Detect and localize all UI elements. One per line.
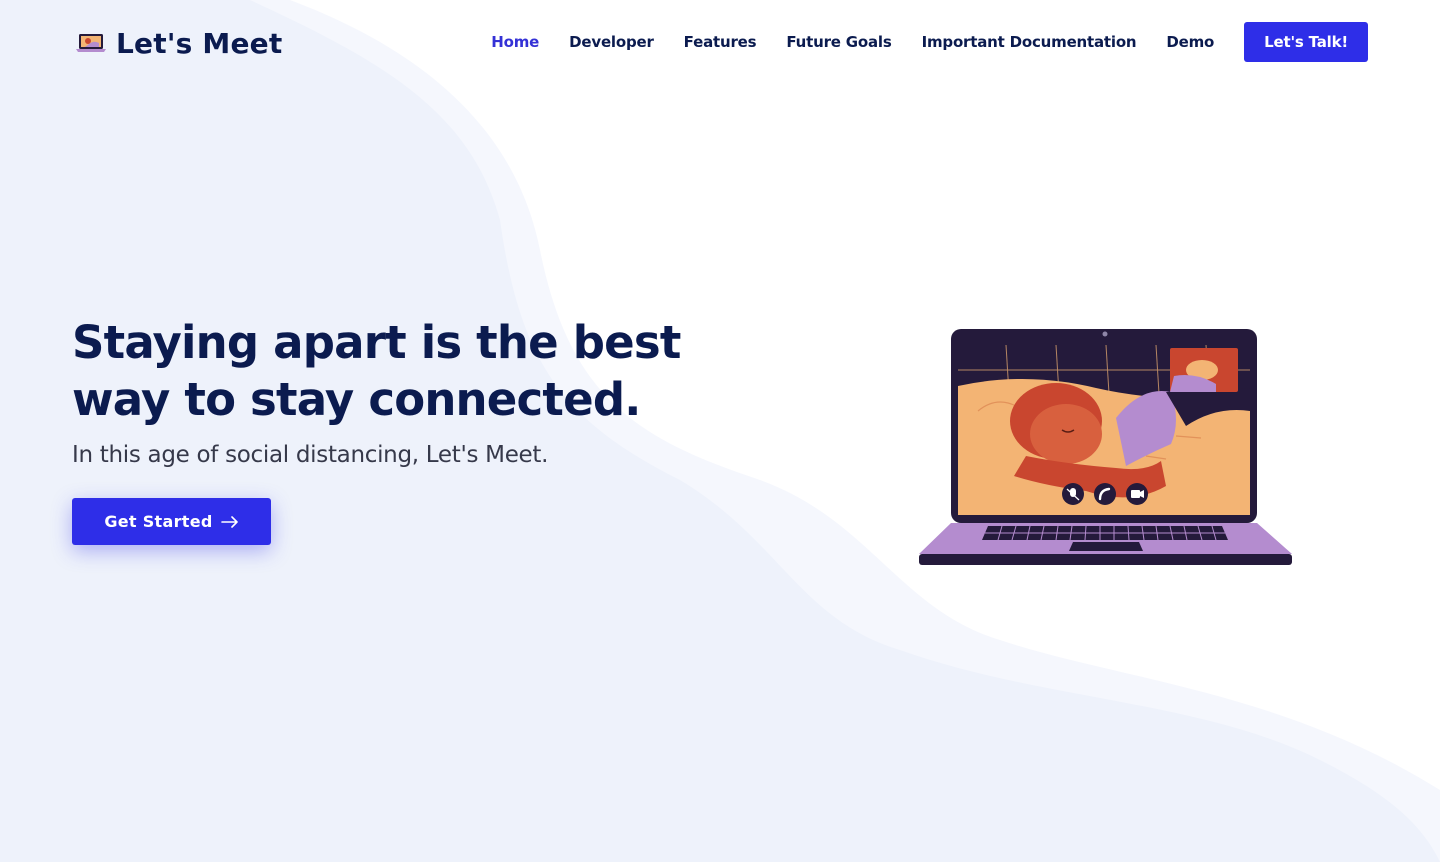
get-started-button[interactable]: Get Started: [72, 498, 271, 545]
nav-link-home[interactable]: Home: [491, 33, 539, 51]
hero-title: Staying apart is the best way to stay co…: [72, 314, 692, 428]
hero-subtitle: In this age of social distancing, Let's …: [72, 442, 549, 468]
laptop-video-call-illustration: [919, 329, 1292, 565]
brand-name: Let's Meet: [116, 26, 283, 60]
laptop-video-call-icon: [76, 34, 106, 52]
nav-link-demo[interactable]: Demo: [1166, 33, 1214, 51]
hero-section: Staying apart is the best way to stay co…: [72, 314, 692, 545]
phone-icon: [1094, 483, 1116, 505]
mic-off-icon: [1062, 483, 1084, 505]
get-started-label: Get Started: [104, 512, 213, 531]
hero-title-line-1: Staying apart is the best: [72, 316, 681, 369]
brand-logo-link[interactable]: Let's Meet: [76, 24, 282, 62]
video-camera-icon: [1126, 483, 1148, 505]
arrow-right-icon: [220, 515, 238, 528]
nav-link-features[interactable]: Features: [684, 33, 757, 51]
main-nav: Home Developer Features Future Goals Imp…: [491, 22, 1368, 62]
nav-link-future-goals[interactable]: Future Goals: [786, 33, 891, 51]
nav-link-important-documentation[interactable]: Important Documentation: [922, 33, 1137, 51]
nav-link-developer[interactable]: Developer: [569, 33, 654, 51]
hero-title-line-2: way to stay connected.: [72, 373, 641, 426]
lets-talk-button[interactable]: Let's Talk!: [1244, 22, 1368, 62]
site-header: Let's Meet Home Developer Features Futur…: [0, 0, 1440, 84]
